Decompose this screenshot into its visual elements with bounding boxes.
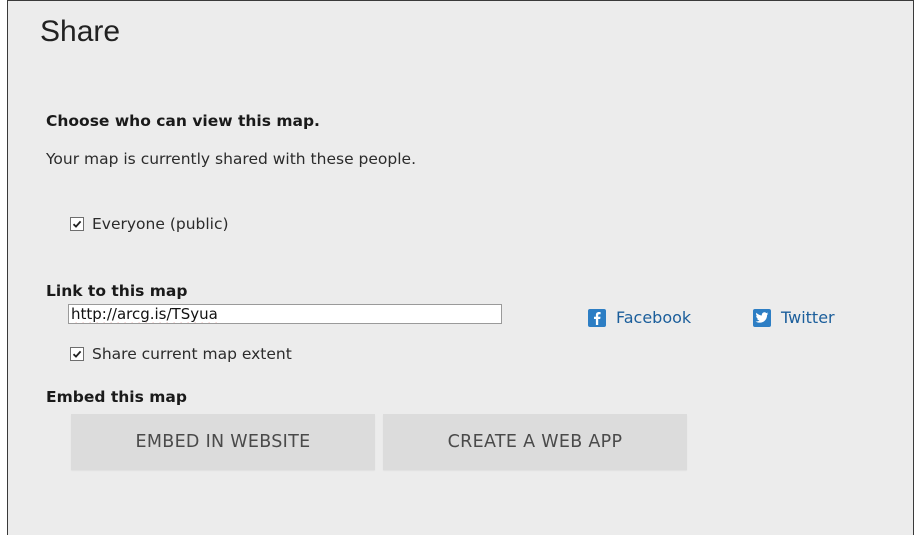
share-extent-label: Share current map extent [92, 345, 292, 363]
shared-with-text: Your map is currently shared with these … [46, 150, 416, 168]
twitter-link[interactable]: Twitter [753, 308, 835, 327]
map-link-input[interactable] [68, 304, 502, 324]
link-heading: Link to this map [46, 282, 188, 300]
twitter-icon [753, 308, 771, 327]
share-dialog: Share Choose who can view this map. Your… [7, 0, 914, 535]
dialog-title: Share [40, 15, 121, 48]
everyone-label: Everyone (public) [92, 215, 229, 233]
create-web-app-button[interactable]: CREATE A WEB APP [383, 414, 687, 470]
share-extent-checkbox[interactable] [70, 347, 84, 361]
embed-in-website-button[interactable]: EMBED IN WEBSITE [71, 414, 375, 470]
twitter-label: Twitter [781, 308, 835, 327]
checkmark-icon [72, 220, 82, 228]
view-permissions-heading: Choose who can view this map. [46, 112, 320, 130]
share-extent-option[interactable]: Share current map extent [70, 345, 292, 363]
embed-heading: Embed this map [46, 388, 187, 406]
everyone-option[interactable]: Everyone (public) [70, 215, 229, 233]
facebook-icon [588, 308, 606, 327]
facebook-link[interactable]: Facebook [588, 308, 691, 327]
everyone-checkbox[interactable] [70, 217, 84, 231]
checkmark-icon [72, 350, 82, 358]
facebook-label: Facebook [616, 308, 692, 327]
